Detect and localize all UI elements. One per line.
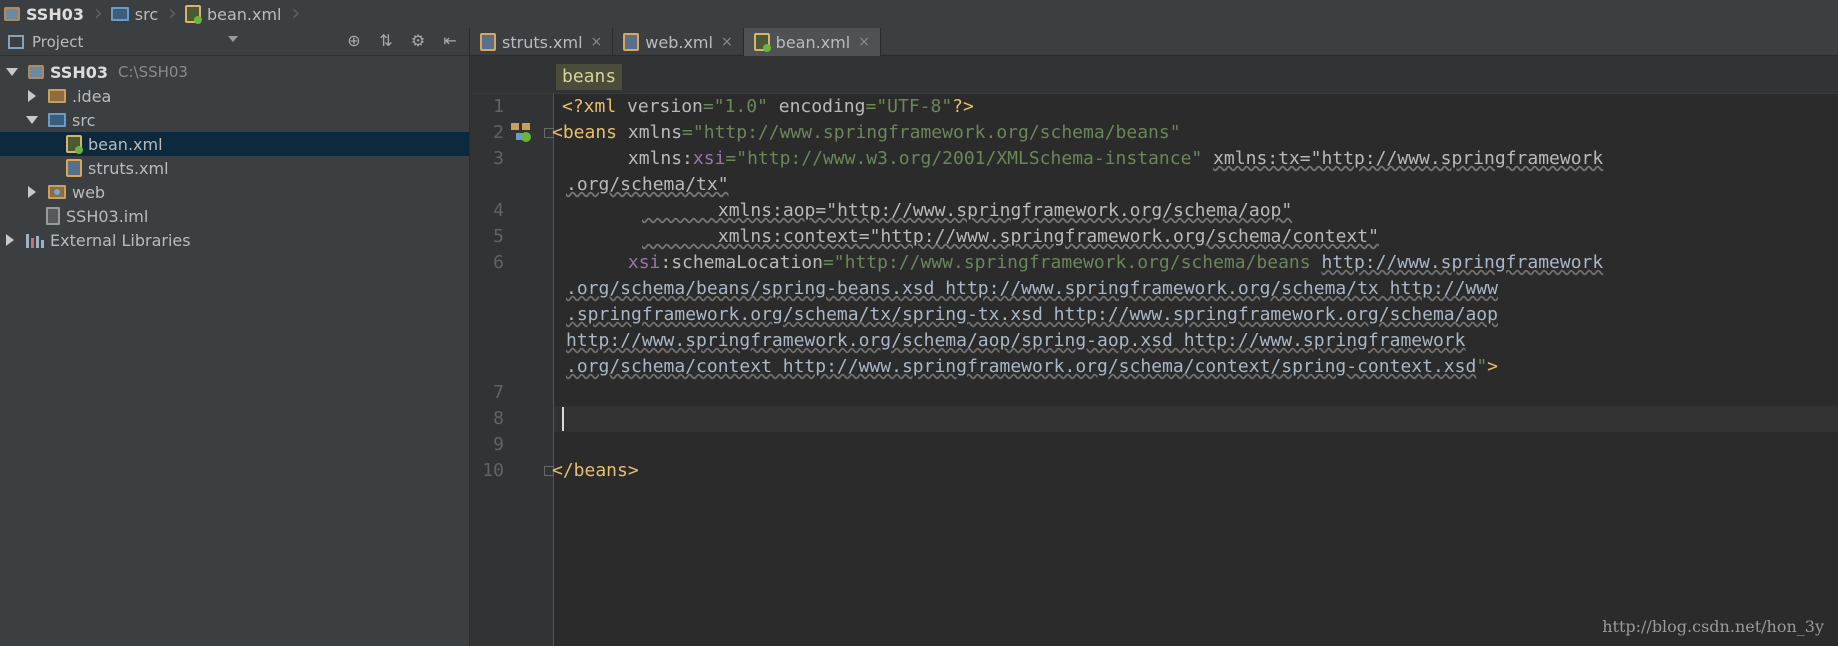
line-number: 2 [493,122,504,143]
collapse-arrow-icon[interactable] [6,234,14,246]
watermark: http://blog.csdn.net/hon_3y [1602,617,1824,636]
code-line-3: xmlns:xsi="http://www.w3.org/2001/XMLSch… [552,148,1604,169]
folder-icon [110,7,129,21]
tree-item-src[interactable]: src [0,108,469,132]
tree-item-idea[interactable]: .idea [0,84,469,108]
collapse-all-icon[interactable]: ⇅ [377,32,395,50]
xml-icon [623,33,640,51]
project-tool-window: Project ⊕ ⇅ ⚙ ⇤ SSH03 C:\SSH03 .idea src [0,28,470,646]
tab-struts-xml[interactable]: struts.xml × [470,28,614,56]
editor-tabs: struts.xml × web.xml × bean.xml × [470,28,1838,56]
breadcrumb-separator: › [168,1,177,26]
line-number: 7 [493,382,504,403]
expand-arrow-icon[interactable] [26,116,38,124]
breadcrumb-item-src[interactable]: src [107,0,164,28]
line-number: 5 [493,226,504,247]
line-number: 6 [493,252,504,273]
tree-item-ssh03[interactable]: SSH03 C:\SSH03 [0,60,469,84]
tree-item-web[interactable]: web [0,180,469,204]
gear-icon[interactable]: ⚙ [409,32,427,50]
code-line-6-wrap: http://www.springframework.org/schema/ao… [566,330,1466,351]
web-folder-icon [48,185,66,199]
tree-item-iml[interactable]: SSH03.iml [0,204,469,228]
line-number: 4 [493,200,504,221]
tag-breadcrumb-beans[interactable]: beans [556,64,623,90]
navigation-breadcrumb: SSH03 › src › bean.xml › [0,0,1838,28]
source-folder-icon [48,113,66,127]
spring-xml-icon [184,5,202,24]
xml-tag-breadcrumb-bar: beans [470,56,1838,94]
code-line-6-wrap: .org/schema/beans/spring-beans.xsd http:… [566,278,1498,299]
code-line-2: <beans xmlns="http://www.springframework… [552,122,1181,143]
code-line-6-wrap: .org/schema/context http://www.springfra… [566,356,1498,377]
tab-bean-xml[interactable]: bean.xml × [743,28,881,56]
module-icon [28,65,44,79]
project-view-selector[interactable]: Project ⊕ ⇅ ⚙ ⇤ [0,28,469,56]
tab-web-xml[interactable]: web.xml × [613,28,744,56]
hide-panel-icon[interactable]: ⇤ [441,32,459,50]
code-line-4: xmlns:aop="http://www.springframework.or… [642,200,1293,221]
editor-gutter: 1 2 3 4 5 6 7 8 9 10 [470,94,554,646]
panel-toolbar: ⊕ ⇅ ⚙ ⇤ [345,32,459,50]
close-icon[interactable]: × [858,34,870,50]
tree-item-bean-xml[interactable]: bean.xml [0,132,469,156]
editor-area: struts.xml × web.xml × bean.xml × beans … [470,28,1838,646]
breadcrumb-item-project[interactable]: SSH03 [0,0,90,28]
collapse-arrow-icon[interactable] [28,186,36,198]
code-line-5: xmlns:context="http://www.springframewor… [642,226,1379,247]
spring-bean-gutter-icon[interactable] [510,122,532,142]
close-icon[interactable]: × [591,34,603,50]
line-number: 8 [493,408,504,429]
scroll-from-source-icon[interactable]: ⊕ [345,32,363,50]
tree-item-external-libraries[interactable]: External Libraries [0,228,469,252]
tree-item-struts-xml[interactable]: struts.xml [0,156,469,180]
library-icon [26,232,44,248]
code-line-10: </beans> [552,460,639,481]
code-line-1: <?xml version="1.0" encoding="UTF-8"?> [562,96,974,117]
code-editor[interactable]: <?xml version="1.0" encoding="UTF-8"?> <… [552,94,1838,481]
chevron-down-icon[interactable] [228,36,238,42]
spring-xml-icon [66,135,83,154]
line-number: 10 [482,460,504,481]
breadcrumb-separator: › [291,1,301,26]
breadcrumb-separator: › [93,1,103,26]
code-line-6-wrap: .springframework.org/schema/tx/spring-tx… [566,304,1498,325]
code-line-3-wrap: .org/schema/tx" [566,174,729,195]
module-icon [4,7,20,21]
expand-arrow-icon[interactable] [6,68,18,76]
iml-file-icon [46,207,60,225]
line-number: 1 [493,96,504,117]
xml-icon [480,33,496,51]
project-view-icon [8,34,24,49]
line-number: 9 [493,434,504,455]
breadcrumb-item-file[interactable]: bean.xml [181,0,288,28]
collapse-arrow-icon[interactable] [28,90,36,102]
line-number: 3 [493,148,504,169]
folder-icon [48,89,66,103]
xml-icon [66,159,82,177]
code-line-6: xsi:schemaLocation="http://www.springfra… [627,252,1604,273]
spring-xml-icon [753,33,771,52]
close-icon[interactable]: × [721,34,733,50]
